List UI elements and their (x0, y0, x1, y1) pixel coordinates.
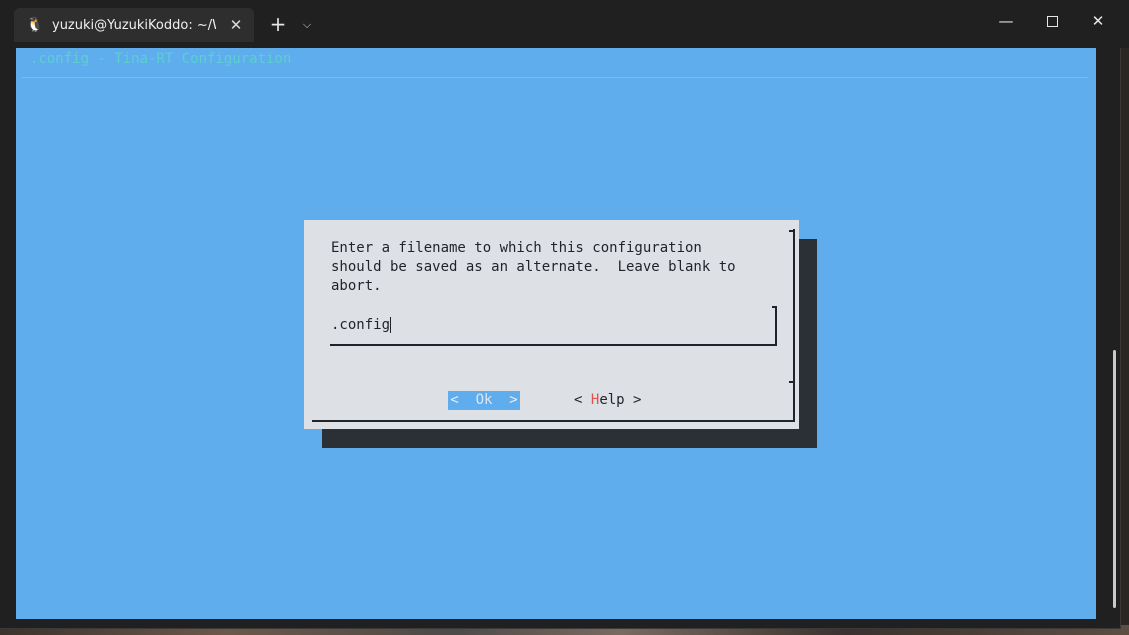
scrollbar[interactable] (1113, 350, 1116, 608)
close-window-button[interactable]: ✕ (1075, 6, 1121, 36)
help-button[interactable]: < Help > (574, 391, 641, 410)
ok-right-bracket: > (509, 392, 518, 408)
filename-value: .config (331, 317, 391, 333)
terminal-tab[interactable]: 🐧 yuzuki@YuzukiKoddo: ~/Work ✕ (14, 8, 254, 42)
help-right-bracket: > (633, 392, 642, 408)
backtitle-rule (22, 77, 1088, 78)
tab-title: yuzuki@YuzukiKoddo: ~/Work (52, 18, 216, 33)
linux-penguin-icon: 🐧 (26, 17, 44, 33)
filename-input[interactable]: .config (330, 306, 777, 346)
prompt-line-3: abort. (331, 278, 382, 294)
help-left-bracket: < (574, 392, 583, 408)
prompt-line-2: should be saved as an alternate. Leave b… (331, 259, 736, 275)
text-cursor (390, 317, 392, 333)
ok-left-bracket: < (450, 392, 459, 408)
new-tab-button[interactable]: + (266, 12, 290, 38)
dialog-right-border (793, 229, 795, 422)
title-bar: 🐧 yuzuki@YuzukiKoddo: ~/Work ✕ + ⌵ — ✕ (0, 0, 1129, 48)
tab-dropdown-button[interactable]: ⌵ (298, 14, 316, 36)
ok-label: Ok (475, 392, 493, 408)
maximize-icon (1046, 16, 1058, 27)
help-label: elp (599, 392, 625, 408)
minimize-button[interactable]: — (983, 6, 1029, 36)
ok-button[interactable]: < Ok > (448, 391, 520, 410)
backtitle: .config - Tina-RT Configuration (30, 51, 292, 67)
maximize-button[interactable] (1029, 6, 1075, 36)
dialog-border-notch-bottom (789, 381, 795, 383)
dialog-border-notch-top (789, 230, 795, 232)
close-tab-icon[interactable]: ✕ (227, 15, 245, 35)
prompt-line-1: Enter a filename to which this configura… (331, 240, 702, 256)
save-alternate-dialog: Enter a filename to which this configura… (304, 220, 799, 429)
input-corner (772, 306, 777, 308)
dialog-bottom-border (312, 420, 795, 422)
